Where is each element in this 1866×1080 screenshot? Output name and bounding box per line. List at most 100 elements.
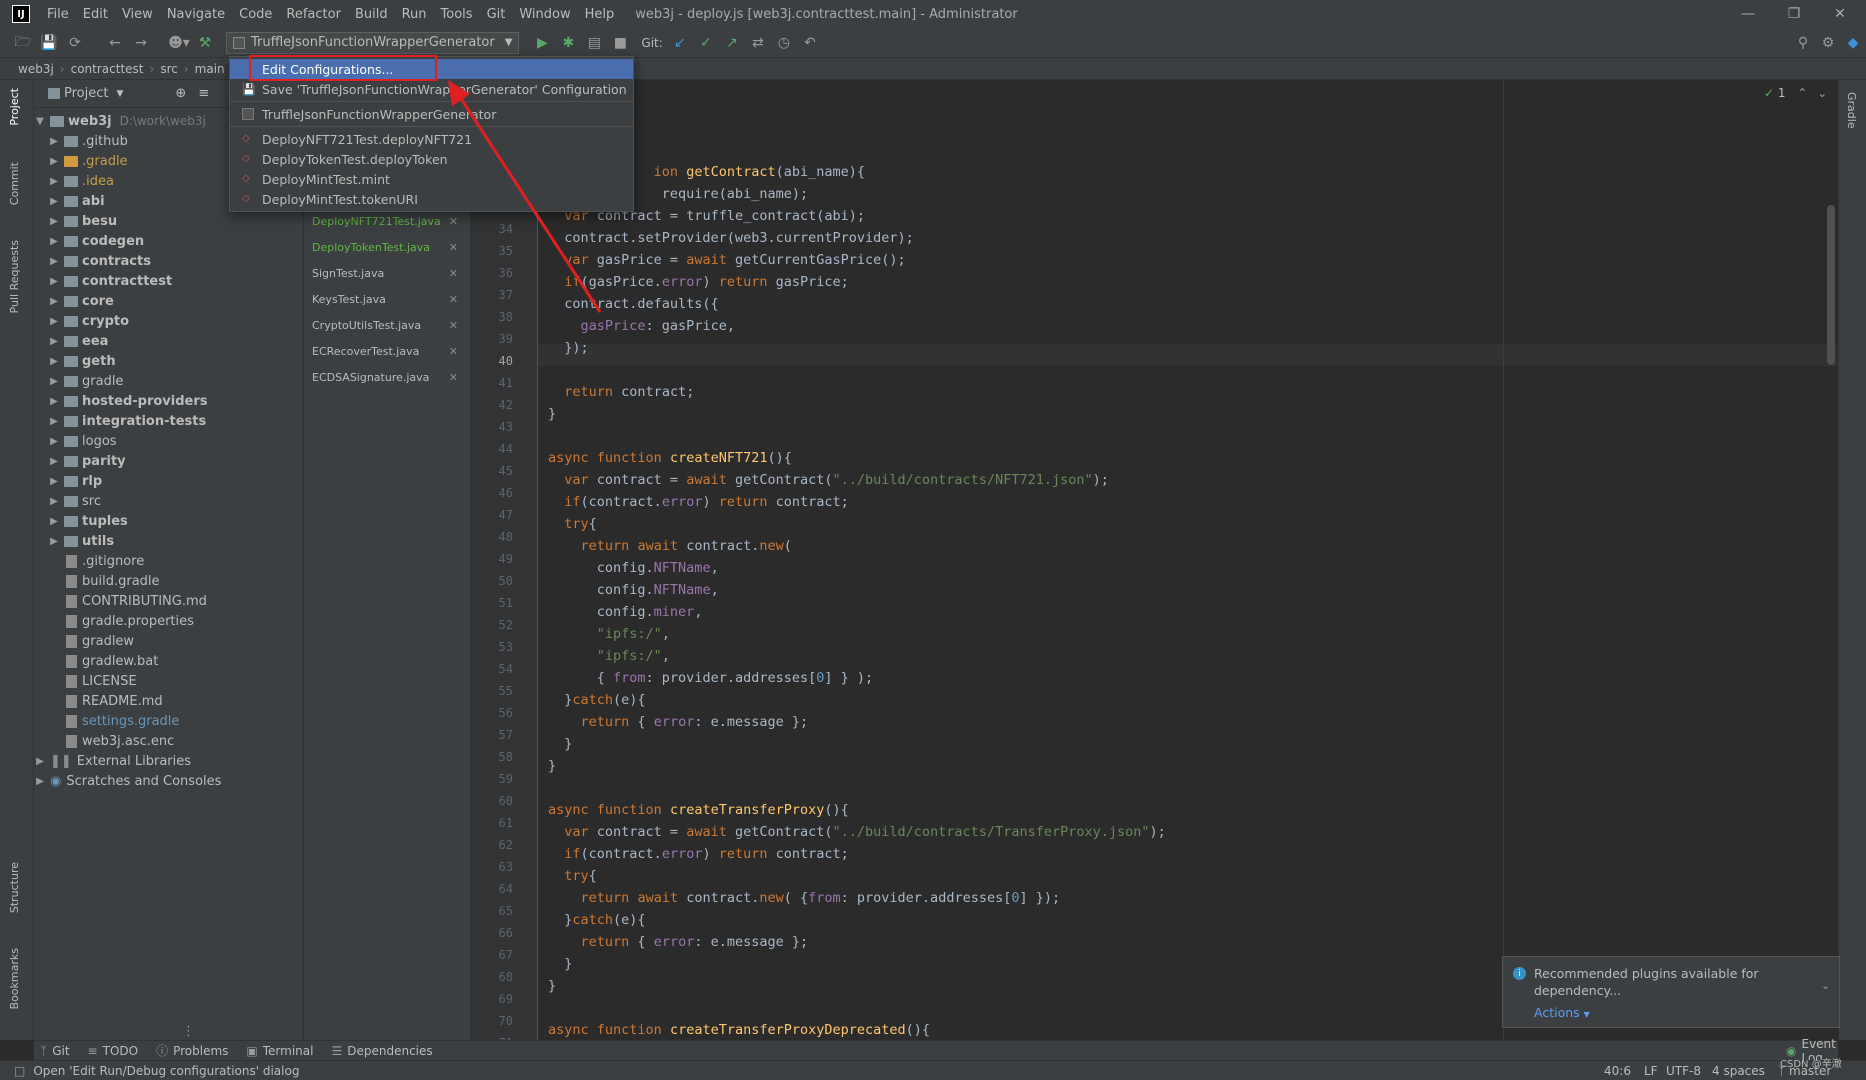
code-content[interactable]: ion getContract(abi_name){ require(abi_n… (548, 80, 1498, 1040)
menu-code[interactable]: Code (232, 7, 279, 22)
close-icon[interactable]: ✕ (449, 371, 458, 384)
tool-tab-dependencies[interactable]: ☰ Dependencies (331, 1044, 432, 1058)
tool-tab-project[interactable]: Project (8, 88, 21, 126)
tree-file[interactable]: .gitignore (34, 551, 303, 571)
menu-view[interactable]: View (115, 7, 160, 22)
chevron-right-icon[interactable]: ▶ (48, 396, 60, 407)
chevron-right-icon[interactable]: ▶ (48, 516, 60, 527)
tool-tab-todo[interactable]: ≡ TODO (88, 1044, 139, 1058)
run-config-selector[interactable]: TruffleJsonFunctionWrapperGenerator ▼ (226, 31, 520, 54)
chevron-right-icon[interactable]: ▶ (48, 416, 60, 427)
indent-setting[interactable]: 4 spaces (1712, 1064, 1765, 1078)
menu-file[interactable]: File (40, 7, 76, 22)
tool-tab-commit[interactable]: Commit (8, 162, 21, 205)
breadcrumb-item[interactable]: web3j (18, 62, 54, 76)
code-line[interactable]: return { error: e.message }; (548, 714, 809, 730)
code-line[interactable]: return contract; (548, 384, 694, 400)
code-line[interactable]: async function createNFT721(){ (548, 450, 792, 466)
tree-folder[interactable]: ▶ logos (34, 431, 303, 451)
tree-folder[interactable]: ▶ tuples (34, 511, 303, 531)
tool-tab-terminal[interactable]: ▣ Terminal (246, 1044, 313, 1058)
menu-tools[interactable]: Tools (434, 7, 480, 22)
project-view-selector[interactable]: Project (64, 86, 108, 101)
menu-window[interactable]: Window (512, 7, 577, 22)
tree-file[interactable]: settings.gradle (34, 711, 303, 731)
caret-position[interactable]: 40:6 (1604, 1064, 1631, 1078)
code-line[interactable]: async function createTransferProxyDeprec… (548, 1022, 930, 1038)
chevron-down-icon[interactable]: ⌄ (1817, 86, 1827, 100)
chevron-right-icon[interactable]: ▶ (34, 756, 46, 767)
tree-folder[interactable]: ▶ besu (34, 211, 303, 231)
chevron-right-icon[interactable]: ▶ (48, 216, 60, 227)
tree-file[interactable]: gradlew.bat (34, 651, 303, 671)
menu-build[interactable]: Build (348, 7, 395, 22)
inspection-widget[interactable]: ✓ 1 ⌃ ⌄ (1764, 86, 1827, 100)
git-push-icon[interactable]: ↗ (720, 32, 744, 54)
code-line[interactable]: } (548, 736, 572, 752)
tree-file[interactable]: CONTRIBUTING.md (34, 591, 303, 611)
tool-tab-gradle[interactable]: Gradle (1845, 92, 1858, 129)
external-libraries-node[interactable]: ▶ ❚❚ External Libraries (34, 751, 303, 771)
chevron-right-icon[interactable]: ▶ (48, 496, 60, 507)
status-layout-icon[interactable]: □ (14, 1064, 25, 1078)
close-window-icon[interactable]: ✕ (1817, 0, 1863, 28)
tree-folder[interactable]: ▶ crypto (34, 311, 303, 331)
save-all-icon[interactable]: 💾 (37, 32, 61, 54)
breadcrumb-item[interactable]: main (195, 62, 225, 76)
tree-file[interactable]: web3j.asc.enc (34, 731, 303, 751)
code-line[interactable]: } (548, 406, 556, 422)
chevron-right-icon[interactable]: ▶ (48, 356, 60, 367)
code-line[interactable]: async function createTransferProxy(){ (548, 802, 849, 818)
tree-file[interactable]: gradlew (34, 631, 303, 651)
line-separator[interactable]: LF (1644, 1064, 1658, 1078)
menu-refactor[interactable]: Refactor (279, 7, 348, 22)
menu-navigate[interactable]: Navigate (160, 7, 232, 22)
minimize-icon[interactable]: — (1725, 0, 1771, 28)
scratches-node[interactable]: ▶ ◉ Scratches and Consoles (34, 771, 303, 791)
coverage-icon[interactable]: ▤ (582, 32, 606, 54)
sync-icon[interactable]: ⟳ (63, 32, 87, 54)
git-rollback-icon[interactable]: ↶ (798, 32, 822, 54)
tree-folder[interactable]: ▶ src (34, 491, 303, 511)
code-line[interactable]: { from: provider.addresses[0] } ); (548, 670, 873, 686)
breadcrumb-item[interactable]: contracttest (71, 62, 144, 76)
debug-icon[interactable]: ✱ (556, 32, 580, 54)
chevron-right-icon[interactable]: ▶ (48, 296, 60, 307)
tool-tab-git[interactable]: ᛉ Git (40, 1044, 70, 1058)
code-line[interactable]: return await contract.new( (548, 538, 792, 554)
menu-help[interactable]: Help (578, 7, 622, 22)
git-history-icon[interactable]: ◷ (772, 32, 796, 54)
editor-scrollbar[interactable] (1827, 205, 1835, 365)
chevron-right-icon[interactable]: ▶ (48, 276, 60, 287)
chevron-right-icon[interactable]: ▶ (48, 456, 60, 467)
chevron-right-icon[interactable]: ▶ (48, 256, 60, 267)
tree-folder[interactable]: ▶ gradle (34, 371, 303, 391)
stop-icon[interactable]: ■ (608, 32, 632, 54)
more-options-icon[interactable]: ⋮ (182, 1024, 195, 1039)
code-line[interactable]: if(contract.error) return contract; (548, 846, 849, 862)
close-icon[interactable]: ✕ (449, 319, 458, 332)
tree-file[interactable]: README.md (34, 691, 303, 711)
locate-icon[interactable]: ⊕ (175, 86, 186, 101)
chevron-right-icon[interactable]: ▶ (48, 316, 60, 327)
code-line[interactable]: config.NFTName, (548, 560, 719, 576)
user-icon[interactable]: ☻▾ (167, 32, 191, 54)
expand-notification-icon[interactable]: ⌄ (1821, 979, 1830, 992)
tree-folder[interactable]: ▶ codegen (34, 231, 303, 251)
menu-git[interactable]: Git (480, 7, 513, 22)
chevron-right-icon[interactable]: ▶ (34, 776, 46, 787)
tree-file[interactable]: gradle.properties (34, 611, 303, 631)
run-icon[interactable]: ▶ (530, 32, 554, 54)
breadcrumb-item[interactable]: src (160, 62, 178, 76)
menu-run[interactable]: Run (395, 7, 434, 22)
code-line[interactable]: gasPrice: gasPrice, (548, 318, 735, 334)
chevron-right-icon[interactable]: ▶ (48, 176, 60, 187)
git-update-icon[interactable]: ↙ (668, 32, 692, 54)
git-compare-icon[interactable]: ⇄ (746, 32, 770, 54)
chevron-down-icon[interactable]: ▼ (34, 116, 46, 127)
chevron-right-icon[interactable]: ▶ (48, 236, 60, 247)
tree-file[interactable]: build.gradle (34, 571, 303, 591)
chevron-down-icon[interactable]: ▼ (116, 89, 123, 99)
code-line[interactable]: "ipfs:/", (548, 626, 670, 642)
code-line[interactable]: if(contract.error) return contract; (548, 494, 849, 510)
